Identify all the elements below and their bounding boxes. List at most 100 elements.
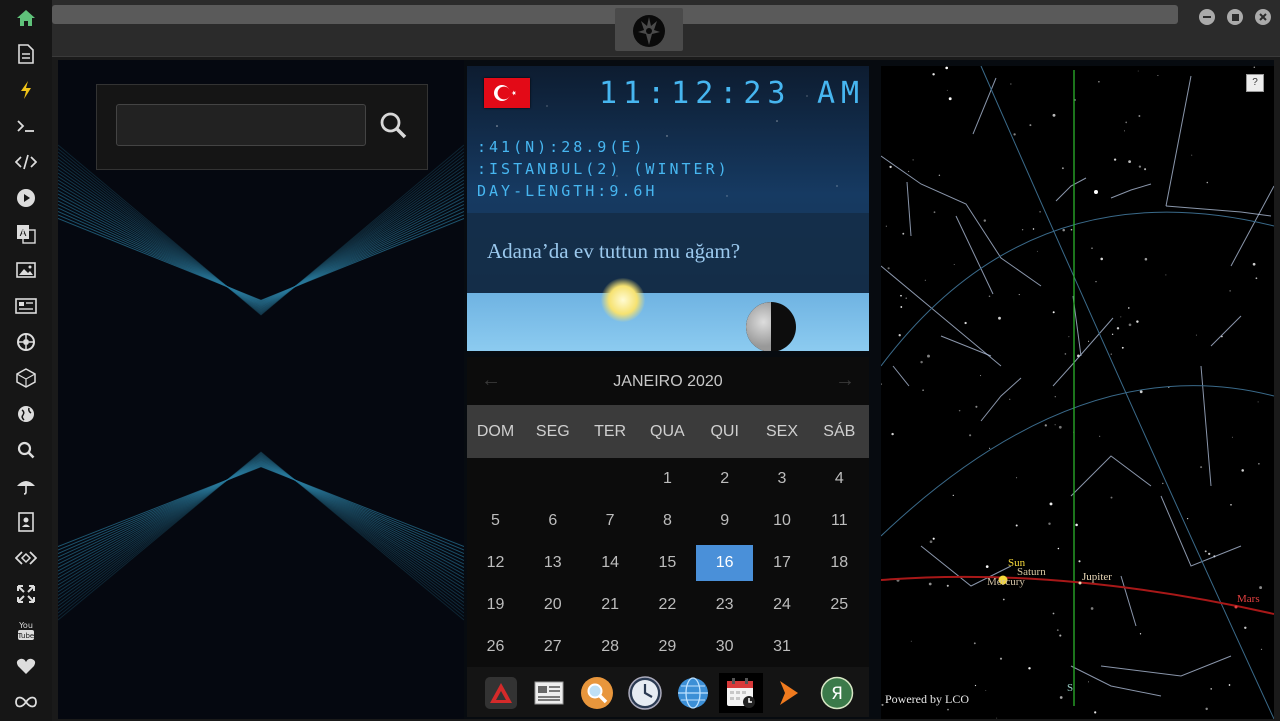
calendar-widget: ← JANEIRO 2020 → DOM SEG TER QUA QUI SEX SÁB 1… xyxy=(467,357,869,667)
sky-map-widget[interactable]: ? Powered by LCO S Sun Saturn Mercury Ju… xyxy=(881,66,1274,719)
contacts-icon[interactable] xyxy=(12,508,40,536)
wallpaper-panel xyxy=(58,60,464,719)
turkey-flag xyxy=(484,78,530,108)
weekday-label: SEX xyxy=(765,423,798,440)
calendar-day[interactable]: 4 xyxy=(811,461,868,497)
search-app-icon[interactable] xyxy=(575,673,619,713)
code-icon[interactable] xyxy=(12,148,40,176)
calendar-day[interactable]: 31 xyxy=(754,629,811,665)
calendar-day[interactable]: 18 xyxy=(811,545,868,581)
mercury-label: Mercury xyxy=(987,576,1025,588)
svg-text:Tube: Tube xyxy=(17,632,34,640)
calendar-day[interactable]: 11 xyxy=(811,503,868,539)
settings-wheel-icon[interactable] xyxy=(12,328,40,356)
news-reader-icon[interactable] xyxy=(527,673,571,713)
rebel-alliance-icon[interactable] xyxy=(615,8,683,51)
calendar-day[interactable]: 23 xyxy=(696,587,753,623)
weekday-label: SÁB xyxy=(823,423,856,440)
calendar-day[interactable]: 7 xyxy=(582,503,639,539)
sky-chart xyxy=(881,66,1274,719)
link-icon[interactable] xyxy=(12,544,40,572)
moon-phase-icon xyxy=(746,302,796,351)
triangle-app-icon[interactable] xyxy=(479,673,523,713)
south-label: S xyxy=(1067,682,1074,694)
calendar-day[interactable]: 30 xyxy=(696,629,753,665)
play-icon[interactable] xyxy=(12,184,40,212)
calendar-month-title: JANEIRO 2020 xyxy=(613,373,723,390)
umbrella-icon[interactable] xyxy=(12,472,40,500)
calendar-day[interactable]: 1 xyxy=(639,461,696,497)
calendar-day[interactable]: 25 xyxy=(811,587,868,623)
bolt-icon[interactable] xyxy=(12,76,40,104)
world-clock-widget: 11:12:23 AM :41(N):28.9(E) :ISTANBUL(2) … xyxy=(467,66,869,351)
calendar-day[interactable]: 12 xyxy=(467,545,524,581)
weekday-label: SEG xyxy=(535,423,570,440)
search-widget xyxy=(96,84,428,170)
sky-band xyxy=(467,293,869,351)
clock-quote: Adana’da ev tuttun mu ağam? xyxy=(487,239,741,263)
app-sidebar: A You Tube xyxy=(0,0,52,721)
calendar-day[interactable]: 28 xyxy=(582,629,639,665)
cube-icon[interactable] xyxy=(12,364,40,392)
calendar-day[interactable]: 13 xyxy=(524,545,581,581)
search-icon[interactable] xyxy=(375,107,411,143)
calendar-day[interactable]: 15 xyxy=(639,545,696,581)
next-month-button[interactable]: → xyxy=(835,369,855,392)
main-content: 11:12:23 AM :41(N):28.9(E) :ISTANBUL(2) … xyxy=(58,60,1274,719)
close-icon[interactable] xyxy=(1255,9,1271,25)
infinity-icon[interactable] xyxy=(12,688,40,716)
calendar-day[interactable]: 14 xyxy=(582,545,639,581)
search-input[interactable] xyxy=(116,104,366,146)
maximize-icon[interactable] xyxy=(1227,9,1243,25)
calendar-day[interactable]: 29 xyxy=(639,629,696,665)
calendar-day[interactable]: 3 xyxy=(754,461,811,497)
calendar-day[interactable]: 26 xyxy=(467,629,524,665)
weekday-label: TER xyxy=(594,423,627,440)
calendar-day[interactable]: 27 xyxy=(524,629,581,665)
weekday-label: DOM xyxy=(476,423,515,440)
calendar-day[interactable]: 9 xyxy=(696,503,753,539)
translate-icon[interactable]: A xyxy=(12,220,40,248)
minimize-icon[interactable] xyxy=(1199,9,1215,25)
app-dock: Я xyxy=(467,667,869,717)
jupiter-label: Jupiter xyxy=(1082,571,1112,583)
calendar-day[interactable]: 20 xyxy=(524,587,581,623)
heart-icon[interactable] xyxy=(12,652,40,680)
calendar-day[interactable]: 5 xyxy=(467,503,524,539)
calendar-day[interactable]: 22 xyxy=(639,587,696,623)
sun-icon xyxy=(601,278,645,322)
calendar-day[interactable]: 17 xyxy=(754,545,811,581)
clock-time: 11:12:23 xyxy=(599,76,792,111)
terminal-icon[interactable] xyxy=(12,112,40,140)
youtube-icon[interactable]: You Tube xyxy=(12,616,40,644)
clock-ampm: AM xyxy=(817,76,866,111)
help-button[interactable]: ? xyxy=(1246,74,1264,92)
calendar-day[interactable]: 24 xyxy=(754,587,811,623)
weekday-header: DOM SEG TER QUA QUI SEX SÁB xyxy=(467,405,869,458)
search-icon[interactable] xyxy=(12,436,40,464)
document-icon[interactable] xyxy=(12,40,40,68)
image-icon[interactable] xyxy=(12,256,40,284)
calendar-day[interactable]: 10 xyxy=(754,503,811,539)
powered-by-label: Powered by LCO xyxy=(885,692,969,706)
arrow-app-icon[interactable] xyxy=(767,673,811,713)
clock-coordinates: :41(N):28.9(E) xyxy=(477,138,646,156)
clock-day-length: DAY-LENGTH:9.6H xyxy=(477,182,658,200)
calendar-day[interactable]: 8 xyxy=(639,503,696,539)
svg-text:You: You xyxy=(18,621,33,630)
weekday-label: QUI xyxy=(710,423,739,440)
calendar-day[interactable]: 2 xyxy=(696,461,753,497)
calendar-day[interactable]: 6 xyxy=(524,503,581,539)
expand-icon[interactable] xyxy=(12,580,40,608)
news-icon[interactable] xyxy=(12,292,40,320)
svg-text:Я: Я xyxy=(831,684,843,704)
yandex-icon[interactable]: Я xyxy=(815,673,859,713)
globe-app-icon[interactable] xyxy=(671,673,715,713)
calendar-app-icon[interactable] xyxy=(719,673,763,713)
clock-app-icon[interactable] xyxy=(623,673,667,713)
calendar-day[interactable]: 19 xyxy=(467,587,524,623)
calendar-day-selected[interactable]: 16 xyxy=(696,545,754,581)
home-icon[interactable] xyxy=(12,4,40,32)
calendar-day[interactable]: 21 xyxy=(582,587,639,623)
globe-icon[interactable] xyxy=(12,400,40,428)
